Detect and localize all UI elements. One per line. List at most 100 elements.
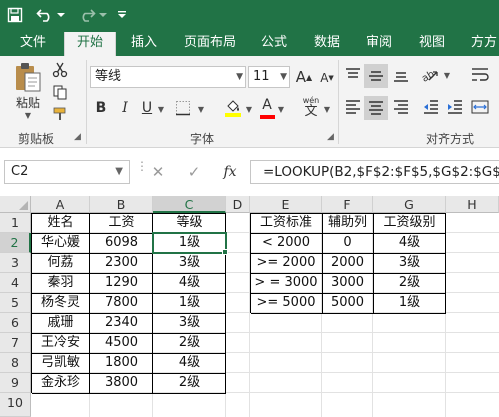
wrap-text-icon[interactable] <box>468 64 492 86</box>
orientation-icon[interactable]: ab <box>418 64 442 86</box>
middle-align-icon[interactable] <box>364 64 388 88</box>
cell-c3[interactable]: 3级 <box>153 253 226 273</box>
formula-bar-grip-icon[interactable]: ⋮ <box>136 160 148 180</box>
redo-dropdown-icon[interactable] <box>98 0 108 30</box>
row-header-8[interactable]: 8 <box>0 353 31 373</box>
cell-b6[interactable]: 2340 <box>90 313 153 333</box>
row-header-1[interactable]: 1 <box>0 213 31 233</box>
select-all-corner[interactable] <box>0 196 31 213</box>
cell-b8[interactable]: 1800 <box>90 353 153 373</box>
cell-f2[interactable]: 0 <box>322 233 373 253</box>
cell-a7[interactable]: 王冷安 <box>31 333 90 353</box>
cell-c6[interactable]: 3级 <box>153 313 226 333</box>
row-header-10[interactable]: 10 <box>0 393 31 417</box>
row-header-5[interactable]: 5 <box>0 293 31 313</box>
italic-button[interactable]: I <box>116 98 134 118</box>
tab-review[interactable]: 审阅 <box>366 30 392 56</box>
enter-icon[interactable]: ✓ <box>182 160 206 184</box>
paste-icon[interactable] <box>12 60 44 94</box>
cell-c8[interactable]: 4级 <box>153 353 226 373</box>
cell-b2[interactable]: 6098 <box>90 233 153 253</box>
cell-b1[interactable]: 工资 <box>90 213 153 233</box>
save-icon[interactable] <box>4 0 26 30</box>
cell-a4[interactable]: 秦羽 <box>31 273 90 293</box>
column-header-a[interactable]: A <box>31 196 90 213</box>
row-header-4[interactable]: 4 <box>0 273 31 293</box>
tab-insert[interactable]: 插入 <box>131 30 157 56</box>
font-size-combo[interactable]: 11 ▼ <box>248 66 290 88</box>
cell-a8[interactable]: 弓凯敏 <box>31 353 90 373</box>
cell-a2[interactable]: 华心媛 <box>31 233 90 253</box>
cell-c1[interactable]: 等级 <box>153 213 226 233</box>
tab-data[interactable]: 数据 <box>314 30 340 56</box>
chevron-down-icon[interactable]: ▼ <box>442 70 452 80</box>
cancel-icon[interactable]: ✕ <box>146 160 170 184</box>
column-header-g[interactable]: G <box>373 196 446 213</box>
cell-b5[interactable]: 7800 <box>90 293 153 313</box>
bottom-align-icon[interactable] <box>390 64 412 86</box>
cell-e5[interactable]: >= 5000 <box>250 293 322 313</box>
column-header-b[interactable]: B <box>90 196 153 213</box>
font-color-icon[interactable]: A <box>258 96 276 120</box>
cell-e1[interactable]: 工资标准 <box>250 213 322 233</box>
cell-a3[interactable]: 何荔 <box>31 253 90 273</box>
chevron-down-icon[interactable]: ▼ <box>156 104 166 114</box>
cell-e3[interactable]: >= 2000 <box>250 253 322 273</box>
row-header-6[interactable]: 6 <box>0 313 31 333</box>
cell-f3[interactable]: 2000 <box>322 253 373 273</box>
row-header-7[interactable]: 7 <box>0 333 31 353</box>
undo-icon[interactable] <box>34 0 56 30</box>
chevron-down-icon[interactable]: ▼ <box>276 104 286 114</box>
cell-f1[interactable]: 辅助列 <box>322 213 373 233</box>
cell-b7[interactable]: 4500 <box>90 333 153 353</box>
undo-dropdown-icon[interactable] <box>56 0 66 30</box>
insert-function-icon[interactable]: fx <box>218 160 242 184</box>
tab-file[interactable]: 文件 <box>20 30 46 56</box>
cell-a9[interactable]: 金永珍 <box>31 373 90 393</box>
paste-button[interactable]: 粘贴 <box>10 94 46 110</box>
decrease-indent-icon[interactable] <box>420 96 442 118</box>
clipboard-launcher-icon[interactable]: ◢ <box>74 132 81 142</box>
paste-dropdown-icon[interactable]: ▼ <box>22 110 34 120</box>
column-header-h[interactable]: H <box>446 196 499 213</box>
align-right-icon[interactable] <box>390 96 412 118</box>
top-align-icon[interactable] <box>342 64 364 86</box>
cell-f4[interactable]: 3000 <box>322 273 373 293</box>
cell-b3[interactable]: 2300 <box>90 253 153 273</box>
cell-g4[interactable]: 2级 <box>373 273 446 293</box>
grow-font-icon[interactable]: A ▲ <box>293 67 315 87</box>
fill-handle[interactable] <box>222 249 228 255</box>
name-box[interactable]: C2 ▼ <box>4 160 130 184</box>
underline-button[interactable]: U <box>138 98 156 118</box>
merge-center-icon[interactable] <box>468 96 492 118</box>
borders-icon[interactable] <box>172 98 194 118</box>
cell-f5[interactable]: 5000 <box>322 293 373 313</box>
cell-g1[interactable]: 工资级别 <box>373 213 446 233</box>
cell-b9[interactable]: 3800 <box>90 373 153 393</box>
tab-formulas[interactable]: 公式 <box>261 30 287 56</box>
tab-page-layout[interactable]: 页面布局 <box>184 30 236 56</box>
chevron-down-icon[interactable]: ▼ <box>322 104 332 114</box>
shrink-font-icon[interactable]: A ▼ <box>316 69 338 87</box>
copy-icon[interactable] <box>50 82 70 102</box>
cell-e4[interactable]: > = 3000 <box>250 273 322 293</box>
bold-button[interactable]: B <box>92 98 110 118</box>
redo-icon[interactable] <box>76 0 98 30</box>
cell-c7[interactable]: 2级 <box>153 333 226 353</box>
row-header-2[interactable]: 2 <box>0 233 31 253</box>
cell-b4[interactable]: 1290 <box>90 273 153 293</box>
cell-e2[interactable]: < 2000 <box>250 233 322 253</box>
cell-a1[interactable]: 姓名 <box>31 213 90 233</box>
fill-color-icon[interactable] <box>222 96 244 120</box>
align-left-icon[interactable] <box>342 96 364 118</box>
cell-c4[interactable]: 4级 <box>153 273 226 293</box>
column-header-e[interactable]: E <box>250 196 322 213</box>
align-center-icon[interactable] <box>364 96 388 120</box>
formula-input[interactable]: =LOOKUP(B2,$F$2:$F$5,$G$2:$G$5) <box>250 160 499 184</box>
column-header-f[interactable]: F <box>322 196 373 213</box>
cut-icon[interactable] <box>50 60 70 80</box>
tab-view[interactable]: 视图 <box>419 30 445 56</box>
tab-home[interactable]: 开始 <box>64 32 117 56</box>
font-launcher-icon[interactable]: ◢ <box>327 132 334 142</box>
cell-g2[interactable]: 4级 <box>373 233 446 253</box>
